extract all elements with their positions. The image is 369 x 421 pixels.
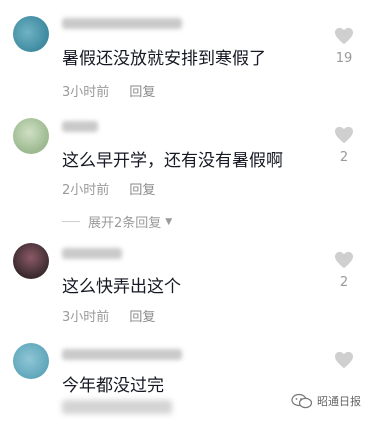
heart-icon <box>335 351 353 369</box>
caret-down-icon: ▼ <box>165 216 173 227</box>
heart-icon <box>335 251 353 269</box>
username-blurred[interactable] <box>62 248 122 259</box>
divider <box>62 221 80 222</box>
heart-icon <box>335 126 353 144</box>
like-button[interactable]: 19 <box>333 27 355 66</box>
like-button[interactable] <box>333 351 355 369</box>
comment-time: 3小时前 <box>62 85 110 100</box>
like-count: 2 <box>339 150 349 165</box>
reply-button[interactable]: 回复 <box>129 183 155 198</box>
username-blurred[interactable] <box>62 18 182 29</box>
username-blurred[interactable] <box>62 121 98 132</box>
avatar[interactable] <box>13 16 49 52</box>
expand-replies-button[interactable]: 展开2条回复 ▼ <box>62 212 172 231</box>
watermark: 昭通日报 <box>291 393 361 409</box>
comment-meta: 3小时前 回复 <box>62 306 155 325</box>
comment-meta-blurred <box>62 400 172 414</box>
comment-text: 这么快弄出这个 <box>62 277 181 297</box>
comment-meta: 2小时前 回复 <box>62 179 155 198</box>
like-count: 2 <box>339 275 349 290</box>
comment-time: 2小时前 <box>62 183 110 198</box>
comment-text: 暑假还没放就安排到寒假了 <box>62 49 266 69</box>
avatar[interactable] <box>13 343 49 379</box>
watermark-label: 昭通日报 <box>317 395 361 408</box>
reply-button[interactable]: 回复 <box>129 310 155 325</box>
like-count: 19 <box>335 51 353 66</box>
heart-icon <box>335 27 353 45</box>
comment-text: 这么早开学，还有没有暑假啊 <box>62 151 283 171</box>
comment-time: 3小时前 <box>62 310 110 325</box>
comment-meta: 3小时前 回复 <box>62 81 155 100</box>
avatar[interactable] <box>13 118 49 154</box>
expand-replies-label: 展开2条回复 <box>88 216 162 231</box>
comment-text: 今年都没过完 <box>62 376 164 396</box>
avatar[interactable] <box>13 243 49 279</box>
like-button[interactable]: 2 <box>333 251 355 290</box>
username-blurred[interactable] <box>62 349 182 360</box>
reply-button[interactable]: 回复 <box>129 85 155 100</box>
wechat-icon <box>291 393 313 409</box>
like-button[interactable]: 2 <box>333 126 355 165</box>
